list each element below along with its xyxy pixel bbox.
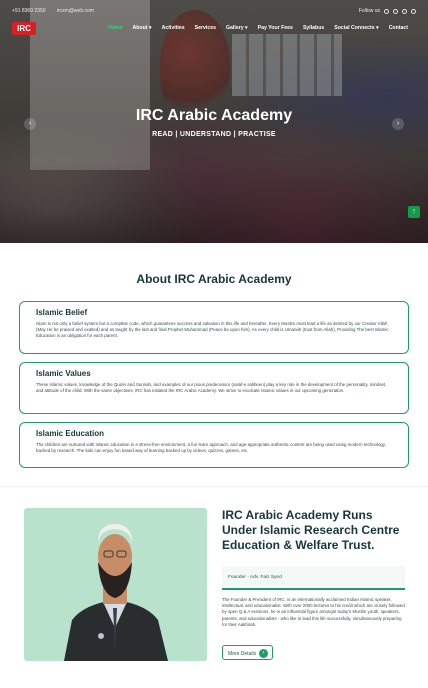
phone-text[interactable]: +91 8369 2350: [12, 8, 46, 14]
arrow-right-icon: ›: [259, 649, 268, 658]
about-section-title: About IRC Arabic Academy: [136, 272, 292, 286]
hero-subtitle: READ | UNDERSTAND | PRACTISE: [152, 131, 276, 138]
top-bar: +91 8369 2350 ircsm@web.com Follow us: [0, 6, 428, 18]
card-title: Islamic Values: [36, 369, 91, 378]
card-title: Islamic Education: [36, 429, 105, 438]
education-card: Islamic Education The children are nurtu…: [19, 422, 409, 468]
youtube-icon[interactable]: [411, 8, 416, 14]
more-details-button[interactable]: More Details ›: [222, 645, 273, 660]
slider-next-icon[interactable]: ›: [392, 118, 404, 130]
founder-photo: [24, 508, 207, 661]
instagram-icon[interactable]: [393, 8, 398, 14]
nav-menu: Home About ▾ Activities Services Gallery…: [108, 25, 408, 31]
facebook-icon[interactable]: [384, 8, 389, 14]
more-details-label: More Details: [228, 651, 257, 657]
nav-about[interactable]: About ▾: [133, 25, 152, 31]
hero-title: IRC Arabic Academy: [135, 107, 293, 124]
card-text: The children are nurtured with Islamic e…: [36, 442, 386, 454]
hero-banner: +91 8369 2350 ircsm@web.com Follow us IR…: [0, 0, 428, 243]
nav-services[interactable]: Services: [195, 25, 216, 31]
main-nav: IRC Home About ▾ Activities Services Gal…: [0, 20, 428, 38]
nav-gallery[interactable]: Gallery ▾: [226, 25, 248, 31]
values-card: Islamic Values These Islamic values, kno…: [19, 362, 409, 414]
nav-syllabus[interactable]: Syllabus: [303, 25, 324, 31]
founder-heading: IRC Arabic Academy Runs Under Islamic Re…: [222, 508, 400, 552]
card-text: These Islamic values, knowledge of the Q…: [36, 382, 387, 394]
nav-contact[interactable]: Contact: [389, 25, 408, 31]
founder-name: Founder - Adv. Faiz Syed: [228, 575, 282, 580]
nav-social-connects[interactable]: Social Connects ▾: [334, 25, 378, 31]
nav-activities[interactable]: Activities: [162, 25, 185, 31]
nav-home[interactable]: Home: [108, 25, 122, 31]
slider-prev-icon[interactable]: ‹: [24, 118, 36, 130]
founder-tag: Founder - Adv. Faiz Syed: [222, 566, 405, 590]
card-text: Islam is not only a belief system but a …: [36, 321, 389, 339]
section-divider: [0, 486, 428, 487]
card-title: Islamic Belief: [36, 308, 88, 317]
nav-pay-fees[interactable]: Pay Your Fees: [258, 25, 293, 31]
follow-label: Follow us: [358, 8, 380, 14]
irc-logo[interactable]: IRC: [12, 22, 36, 35]
email-text[interactable]: ircsm@web.com: [57, 8, 94, 14]
twitter-icon[interactable]: [402, 8, 407, 14]
founder-description: The Founder & President of IRC, is an in…: [222, 597, 405, 627]
belief-card: Islamic Belief Islam is not only a belie…: [19, 301, 409, 354]
scroll-top-button[interactable]: ↑: [408, 206, 420, 218]
